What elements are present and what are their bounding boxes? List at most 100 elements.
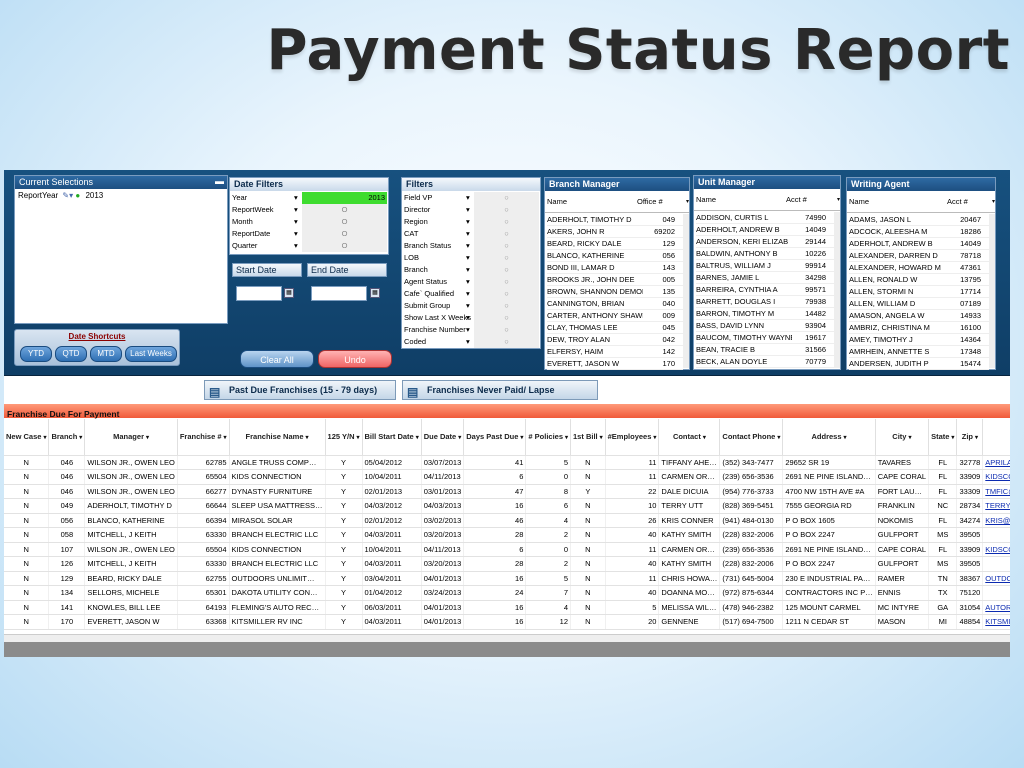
table-cell[interactable]: AUTORECYCLE2000@YAH… [982, 600, 1010, 615]
um-list-item[interactable]: BASS, DAVID LYNN 93904 [696, 320, 834, 332]
chevron-down-icon[interactable]: ▾ [466, 240, 474, 252]
start-date-input[interactable] [236, 286, 282, 301]
chevron-down-icon[interactable]: ▾ [466, 288, 474, 300]
filter-row[interactable]: Branch Status ▾ ○ [404, 240, 539, 252]
chevron-down-icon[interactable]: ▾ [357, 435, 360, 441]
filter-row[interactable]: Submit Group ▾ ○ [404, 300, 539, 312]
date-filter-reportweek[interactable]: ReportWeek ▾ O [232, 204, 387, 216]
chevron-down-icon[interactable]: ▾ [951, 435, 954, 441]
chevron-down-icon[interactable]: ▾ [224, 435, 227, 441]
chevron-down-icon[interactable]: ▾ [458, 435, 461, 441]
date-filter-reportdate[interactable]: ReportDate ▾ O [232, 228, 387, 240]
wa-list-item[interactable]: ALEXANDER, DARREN D 78718 [849, 250, 989, 262]
table-cell[interactable] [982, 556, 1010, 572]
minimize-icon[interactable]: ▬ [215, 176, 224, 186]
wa-list-item[interactable]: AMASON, ANGELA W 14933 [849, 310, 989, 322]
um-name-header[interactable]: Name [694, 195, 786, 204]
um-list-item[interactable]: BARNES, JAMIE L 34298 [696, 272, 834, 284]
bm-list-item[interactable]: CANNINGTON, BRIAN 040 [547, 298, 683, 310]
wa-list-item[interactable]: AMBRIZ, CHRISTINA M 16100 [849, 322, 989, 334]
wa-list-item[interactable]: ALLEN, WILLIAM D 07189 [849, 298, 989, 310]
chevron-down-icon[interactable]: ▾ [975, 435, 978, 441]
table-cell[interactable] [982, 527, 1010, 543]
table-row[interactable]: N 134 SELLORS, MICHELE 65301 DAKOTA UTILITY … [4, 585, 1010, 601]
um-list-item[interactable]: BAUCOM, TIMOTHY WAYNE 19617 [696, 332, 834, 344]
wa-list-item[interactable]: ANDERSEN, JUDITH P 15474 [849, 358, 989, 370]
chevron-down-icon[interactable]: ▾ [520, 435, 523, 441]
chevron-down-icon[interactable]: ▾ [466, 216, 474, 228]
um-list-item[interactable]: BARRON, TIMOTHY M 14482 [696, 308, 834, 320]
filter-row[interactable]: Field VP ▾ ○ [404, 192, 539, 204]
um-list-item[interactable]: ANDERSON, KERI ELIZAB 29144 [696, 236, 834, 248]
um-list-item[interactable]: ADERHOLT, ANDREW B 14049 [696, 224, 834, 236]
chevron-down-icon[interactable]: ▾ [466, 204, 474, 216]
wa-list-item[interactable]: ALLEN, RONALD W 13795 [849, 274, 989, 286]
horizontal-scrollbar[interactable] [4, 634, 1010, 642]
column-header[interactable]: City ▾ [875, 419, 930, 456]
qtd-button[interactable]: QTD [55, 346, 87, 362]
filter-row[interactable]: Coded ▾ ○ [404, 336, 539, 348]
table-row[interactable]: N 129 BEARD, RICKY DALE 62755 OUTDOORS UNLIM… [4, 571, 1010, 586]
table-row[interactable]: N 141 KNOWLES, BILL LEE 64193 FLEMING'S AUTO… [4, 600, 1010, 615]
table-row[interactable]: N 058 MITCHELL, J KEITH 63330 BRANCH ELECTRI… [4, 527, 1010, 543]
table-row[interactable]: N 126 MITCHELL, J KEITH 63330 BRANCH ELECTRI… [4, 556, 1010, 572]
undo-button[interactable]: Undo [318, 350, 392, 368]
chevron-down-icon[interactable]: ▾ [777, 435, 780, 441]
um-list-item[interactable]: BECK, ALAN DOYLE 70779 [696, 356, 834, 368]
chevron-down-icon[interactable]: ▾ [466, 264, 474, 276]
table-cell[interactable] [982, 585, 1010, 601]
um-acct-header[interactable]: Acct # [786, 195, 835, 204]
table-cell[interactable]: TMFIC@AOL.COM [982, 484, 1010, 499]
filter-row[interactable]: Franchise Number ▾ ○ [404, 324, 539, 336]
bm-list-item[interactable]: CARTER, ANTHONY SHAWN 009 [547, 310, 683, 322]
edit-selection-icon[interactable]: ✎▾ [62, 191, 73, 200]
um-list-item[interactable]: BEAN, TRACIE B 31566 [696, 344, 834, 356]
start-date-calendar-icon[interactable]: ▦ [284, 288, 294, 298]
filter-row[interactable]: Region ▾ ○ [404, 216, 539, 228]
chevron-down-icon[interactable]: ▾ [565, 435, 568, 441]
bm-office-header[interactable]: Office # [637, 197, 684, 206]
filter-row[interactable]: Cafe` Qualified ▾ ○ [404, 288, 539, 300]
bm-list-item[interactable]: ELFERSY, HAIM 142 [547, 346, 683, 358]
chevron-down-icon[interactable]: ▾ [416, 435, 419, 441]
column-header[interactable]: Address ▾ [782, 419, 876, 456]
table-row[interactable]: N 170 EVERETT, JASON W 63368 KITSMILLER RV I… [4, 614, 1010, 630]
bm-list-item[interactable]: DEW, TROY ALAN 042 [547, 334, 683, 346]
wa-list-item[interactable]: AMRHEIN, ANNETTE S 17348 [849, 346, 989, 358]
table-cell[interactable]: APRILANGLE4@AOL.COM [982, 455, 1010, 470]
column-header[interactable]: Franchise Name ▾ [229, 419, 326, 456]
chevron-down-icon[interactable]: ▾ [703, 435, 706, 441]
um-list-item[interactable]: BARRETT, DOUGLAS I 79938 [696, 296, 834, 308]
table-cell[interactable]: KITSMILLER@AOL.COM [982, 614, 1010, 630]
wa-scrollbar[interactable] [989, 214, 995, 368]
filter-row[interactable]: Agent Status ▾ ○ [404, 276, 539, 288]
table-row[interactable]: N 056 BLANCO, KATHERINE 66394 MIRASOL SOLAR Y… [4, 513, 1010, 528]
chevron-down-icon[interactable]: ▾ [600, 435, 603, 441]
chevron-down-icon[interactable]: ▾ [466, 192, 474, 204]
end-date-calendar-icon[interactable]: ▦ [370, 288, 380, 298]
table-cell[interactable]: KIDSCONNECTIONELC@Y… [982, 542, 1010, 557]
bm-list-item[interactable]: BROWN, SHANNON DEMON 135 [547, 286, 683, 298]
chevron-down-icon[interactable]: ▾ [908, 435, 911, 441]
bm-list-item[interactable]: AKERS, JOHN R 69202 [547, 226, 683, 238]
table-cell[interactable]: OUTDOORUNLIMITED2@… [982, 571, 1010, 586]
bm-scrollbar[interactable] [683, 214, 689, 368]
table-cell[interactable]: KIDSCONNECTIONELC@Y… [982, 469, 1010, 485]
column-header[interactable]: Days Past Due ▾ [463, 419, 527, 456]
table-row[interactable]: N 046 WILSON JR., OWEN LEO 66277 DYNASTY FUR… [4, 484, 1010, 499]
column-header[interactable]: # Policies ▾ [525, 419, 572, 456]
um-list-item[interactable]: BALDWIN, ANTHONY B 10226 [696, 248, 834, 260]
bm-list-item[interactable]: BOND III, LAMAR D 143 [547, 262, 683, 274]
filter-row[interactable]: Branch ▾ ○ [404, 264, 539, 276]
column-header[interactable]: Due Date ▾ [421, 419, 465, 456]
chevron-down-icon[interactable]: ▾ [466, 312, 474, 324]
table-cell[interactable]: KRIS@MIRASOLSOLAR.CO… [982, 513, 1010, 528]
column-header[interactable]: 1st Bill ▾ [570, 419, 606, 456]
filter-row[interactable]: CAT ▾ ○ [404, 228, 539, 240]
ytd-button[interactable]: YTD [20, 346, 52, 362]
wa-acct-header[interactable]: Acct # [947, 197, 990, 206]
chevron-down-icon[interactable]: ▾ [306, 435, 309, 441]
column-header[interactable]: Bill Start Date ▾ [362, 419, 422, 456]
um-list-item[interactable]: BALTRUS, WILLIAM J 99914 [696, 260, 834, 272]
filter-row[interactable]: Show Last X Weeks ▾ ○ [404, 312, 539, 324]
